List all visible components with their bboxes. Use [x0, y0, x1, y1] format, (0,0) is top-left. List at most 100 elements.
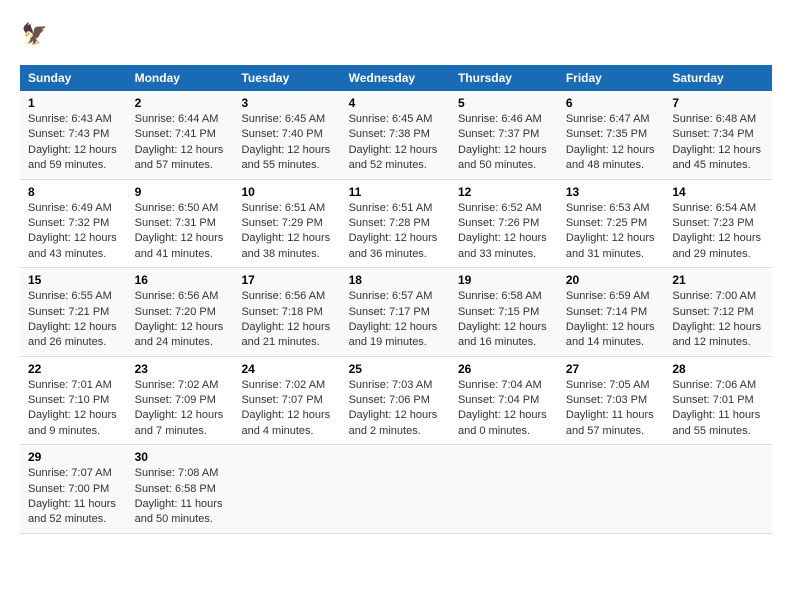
logo: 🦅 [20, 20, 54, 55]
day-number: 16 [135, 273, 226, 287]
calendar-cell: 5 Sunrise: 6:46 AM Sunset: 7:37 PM Dayli… [450, 91, 558, 179]
day-info: Sunrise: 7:08 AM Sunset: 6:58 PM Dayligh… [135, 466, 226, 528]
daylight: Daylight: 11 hours and 57 minutes. [566, 409, 654, 436]
day-info: Sunrise: 6:45 AM Sunset: 7:38 PM Dayligh… [349, 112, 442, 174]
sunset: Sunset: 7:23 PM [672, 217, 753, 229]
sunset: Sunset: 7:03 PM [566, 394, 647, 406]
calendar-cell: 16 Sunrise: 6:56 AM Sunset: 7:20 PM Dayl… [127, 268, 234, 357]
daylight: Daylight: 12 hours and 7 minutes. [135, 409, 224, 436]
sunset: Sunset: 7:43 PM [28, 128, 109, 140]
daylight: Daylight: 12 hours and 48 minutes. [566, 144, 655, 171]
day-info: Sunrise: 6:51 AM Sunset: 7:28 PM Dayligh… [349, 201, 442, 263]
sunrise: Sunrise: 6:45 AM [241, 113, 325, 125]
sunrise: Sunrise: 6:49 AM [28, 202, 112, 214]
calendar-cell: 9 Sunrise: 6:50 AM Sunset: 7:31 PM Dayli… [127, 179, 234, 268]
daylight: Daylight: 12 hours and 19 minutes. [349, 321, 438, 348]
calendar-cell [341, 445, 450, 534]
day-number: 12 [458, 185, 550, 199]
calendar-cell: 20 Sunrise: 6:59 AM Sunset: 7:14 PM Dayl… [558, 268, 665, 357]
sunrise: Sunrise: 7:07 AM [28, 467, 112, 479]
daylight: Daylight: 12 hours and 45 minutes. [672, 144, 761, 171]
sunrise: Sunrise: 6:46 AM [458, 113, 542, 125]
calendar-cell: 29 Sunrise: 7:07 AM Sunset: 7:00 PM Dayl… [20, 445, 127, 534]
calendar-cell: 15 Sunrise: 6:55 AM Sunset: 7:21 PM Dayl… [20, 268, 127, 357]
column-header-sunday: Sunday [20, 65, 127, 91]
day-info: Sunrise: 6:55 AM Sunset: 7:21 PM Dayligh… [28, 289, 119, 351]
sunset: Sunset: 7:40 PM [241, 128, 322, 140]
daylight: Daylight: 12 hours and 33 minutes. [458, 232, 547, 259]
calendar-cell: 25 Sunrise: 7:03 AM Sunset: 7:06 PM Dayl… [341, 356, 450, 445]
daylight: Daylight: 12 hours and 55 minutes. [241, 144, 330, 171]
day-info: Sunrise: 6:56 AM Sunset: 7:18 PM Dayligh… [241, 289, 332, 351]
daylight: Daylight: 12 hours and 41 minutes. [135, 232, 224, 259]
sunrise: Sunrise: 6:44 AM [135, 113, 219, 125]
sunrise: Sunrise: 6:57 AM [349, 290, 433, 302]
calendar-cell [450, 445, 558, 534]
day-number: 29 [28, 450, 119, 464]
column-header-tuesday: Tuesday [233, 65, 340, 91]
calendar-cell [558, 445, 665, 534]
sunrise: Sunrise: 6:58 AM [458, 290, 542, 302]
day-info: Sunrise: 7:06 AM Sunset: 7:01 PM Dayligh… [672, 378, 764, 440]
day-info: Sunrise: 7:02 AM Sunset: 7:07 PM Dayligh… [241, 378, 332, 440]
day-info: Sunrise: 6:45 AM Sunset: 7:40 PM Dayligh… [241, 112, 332, 174]
daylight: Daylight: 12 hours and 9 minutes. [28, 409, 117, 436]
day-info: Sunrise: 6:46 AM Sunset: 7:37 PM Dayligh… [458, 112, 550, 174]
sunset: Sunset: 7:17 PM [349, 306, 430, 318]
calendar-cell: 17 Sunrise: 6:56 AM Sunset: 7:18 PM Dayl… [233, 268, 340, 357]
day-number: 26 [458, 362, 550, 376]
calendar-cell: 7 Sunrise: 6:48 AM Sunset: 7:34 PM Dayli… [664, 91, 772, 179]
calendar-cell: 6 Sunrise: 6:47 AM Sunset: 7:35 PM Dayli… [558, 91, 665, 179]
sunset: Sunset: 7:07 PM [241, 394, 322, 406]
calendar-cell: 11 Sunrise: 6:51 AM Sunset: 7:28 PM Dayl… [341, 179, 450, 268]
day-number: 21 [672, 273, 764, 287]
sunrise: Sunrise: 6:51 AM [241, 202, 325, 214]
sunset: Sunset: 7:06 PM [349, 394, 430, 406]
sunrise: Sunrise: 7:04 AM [458, 379, 542, 391]
calendar-cell [233, 445, 340, 534]
sunrise: Sunrise: 6:59 AM [566, 290, 650, 302]
sunrise: Sunrise: 6:45 AM [349, 113, 433, 125]
daylight: Daylight: 12 hours and 52 minutes. [349, 144, 438, 171]
daylight: Daylight: 12 hours and 43 minutes. [28, 232, 117, 259]
sunset: Sunset: 7:32 PM [28, 217, 109, 229]
sunrise: Sunrise: 7:06 AM [672, 379, 756, 391]
day-info: Sunrise: 6:53 AM Sunset: 7:25 PM Dayligh… [566, 201, 657, 263]
calendar-cell [664, 445, 772, 534]
day-info: Sunrise: 6:56 AM Sunset: 7:20 PM Dayligh… [135, 289, 226, 351]
sunset: Sunset: 7:20 PM [135, 306, 216, 318]
sunset: Sunset: 7:26 PM [458, 217, 539, 229]
sunset: Sunset: 7:38 PM [349, 128, 430, 140]
day-number: 5 [458, 96, 550, 110]
calendar-week-row: 15 Sunrise: 6:55 AM Sunset: 7:21 PM Dayl… [20, 268, 772, 357]
sunrise: Sunrise: 7:02 AM [241, 379, 325, 391]
calendar-cell: 26 Sunrise: 7:04 AM Sunset: 7:04 PM Dayl… [450, 356, 558, 445]
daylight: Daylight: 12 hours and 29 minutes. [672, 232, 761, 259]
day-info: Sunrise: 7:02 AM Sunset: 7:09 PM Dayligh… [135, 378, 226, 440]
sunset: Sunset: 7:12 PM [672, 306, 753, 318]
day-number: 1 [28, 96, 119, 110]
sunrise: Sunrise: 6:52 AM [458, 202, 542, 214]
calendar-cell: 19 Sunrise: 6:58 AM Sunset: 7:15 PM Dayl… [450, 268, 558, 357]
calendar-cell: 10 Sunrise: 6:51 AM Sunset: 7:29 PM Dayl… [233, 179, 340, 268]
day-info: Sunrise: 6:48 AM Sunset: 7:34 PM Dayligh… [672, 112, 764, 174]
daylight: Daylight: 11 hours and 50 minutes. [135, 498, 223, 525]
sunrise: Sunrise: 6:56 AM [241, 290, 325, 302]
day-number: 14 [672, 185, 764, 199]
calendar-week-row: 8 Sunrise: 6:49 AM Sunset: 7:32 PM Dayli… [20, 179, 772, 268]
daylight: Daylight: 12 hours and 50 minutes. [458, 144, 547, 171]
sunset: Sunset: 7:01 PM [672, 394, 753, 406]
column-header-monday: Monday [127, 65, 234, 91]
sunset: Sunset: 7:37 PM [458, 128, 539, 140]
sunrise: Sunrise: 7:02 AM [135, 379, 219, 391]
day-number: 11 [349, 185, 442, 199]
calendar-cell: 18 Sunrise: 6:57 AM Sunset: 7:17 PM Dayl… [341, 268, 450, 357]
daylight: Daylight: 12 hours and 2 minutes. [349, 409, 438, 436]
sunrise: Sunrise: 7:00 AM [672, 290, 756, 302]
calendar-cell: 12 Sunrise: 6:52 AM Sunset: 7:26 PM Dayl… [450, 179, 558, 268]
calendar-cell: 27 Sunrise: 7:05 AM Sunset: 7:03 PM Dayl… [558, 356, 665, 445]
calendar-table: SundayMondayTuesdayWednesdayThursdayFrid… [20, 65, 772, 534]
daylight: Daylight: 12 hours and 57 minutes. [135, 144, 224, 171]
daylight: Daylight: 12 hours and 31 minutes. [566, 232, 655, 259]
sunrise: Sunrise: 6:56 AM [135, 290, 219, 302]
